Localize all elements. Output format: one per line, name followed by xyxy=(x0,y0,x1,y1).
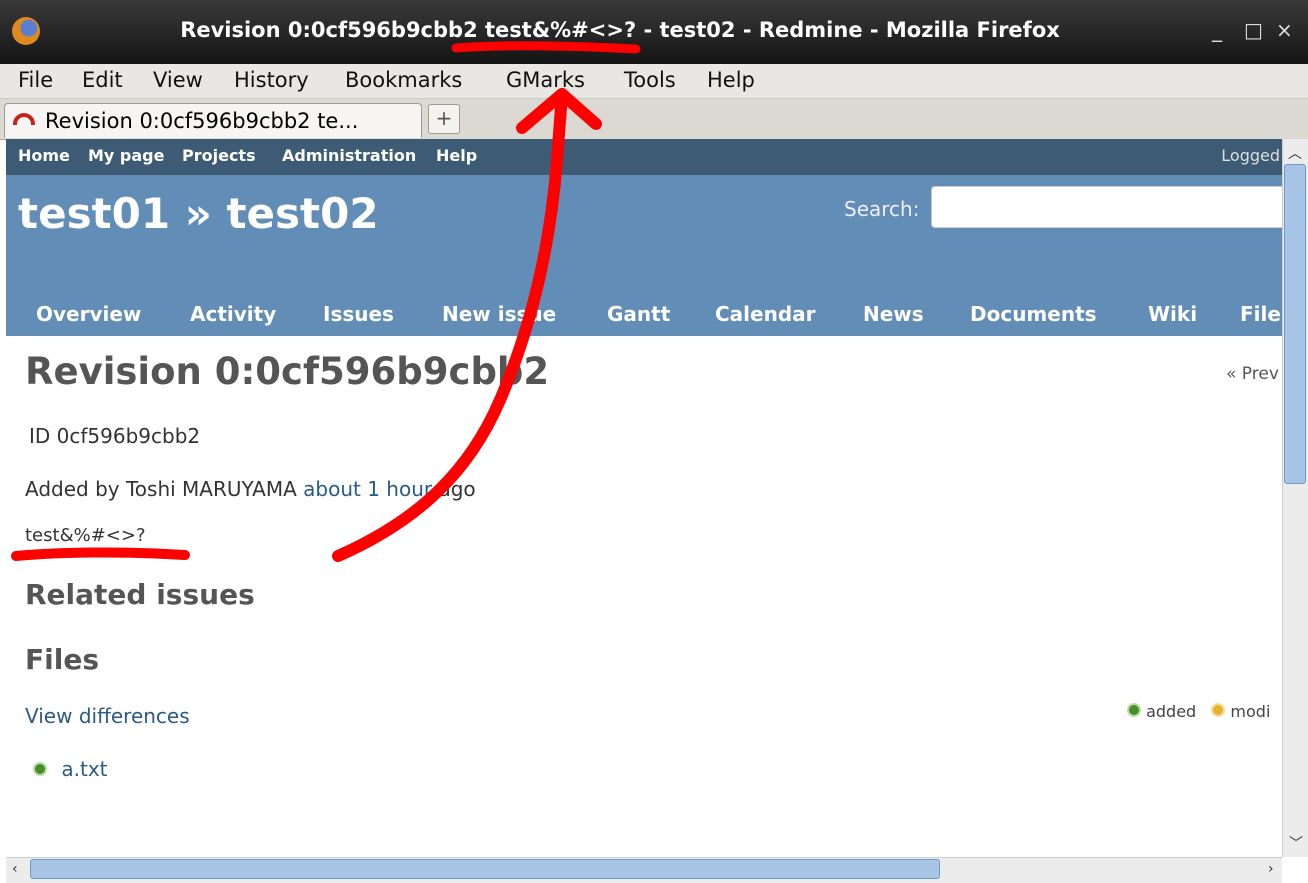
message-underline-mark xyxy=(11,547,190,561)
red-annotation-overlay xyxy=(11,41,641,562)
title-underline-mark xyxy=(451,41,641,54)
arrow-shaft-mark xyxy=(332,88,568,562)
